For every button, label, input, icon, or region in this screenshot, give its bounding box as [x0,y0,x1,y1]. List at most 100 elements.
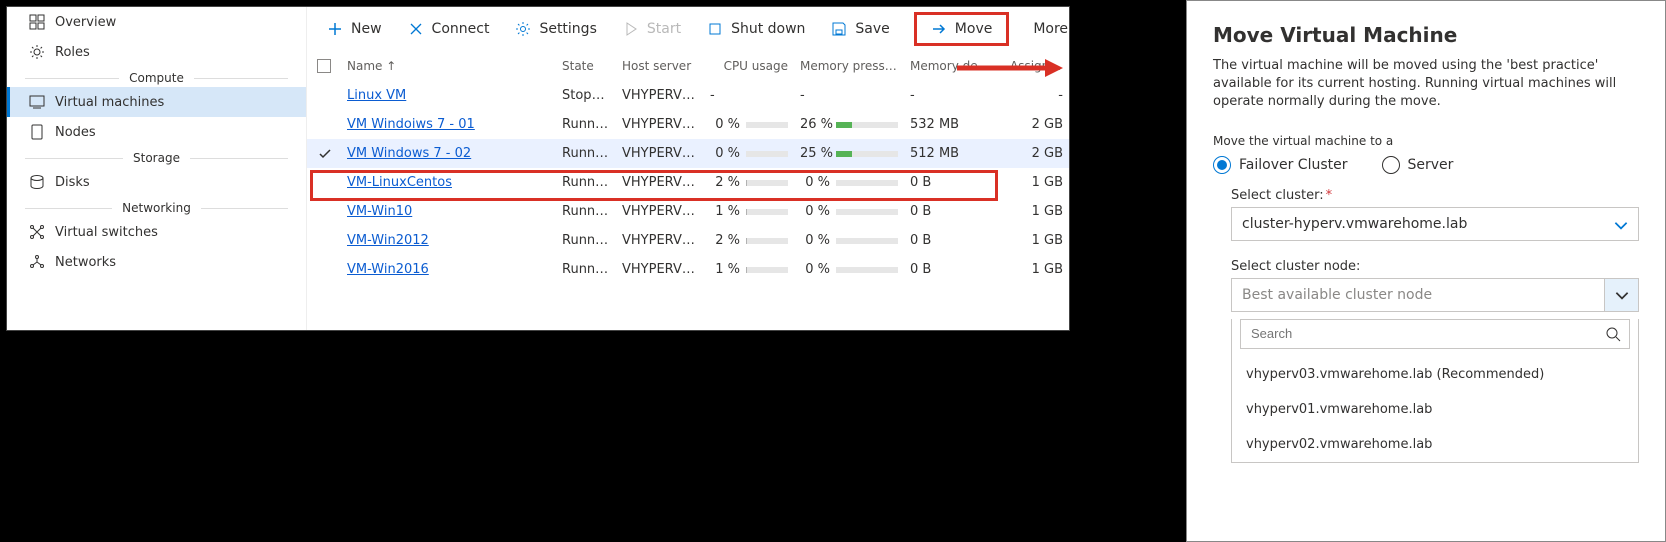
usage-bar [836,267,898,273]
check-icon [318,147,332,161]
usage-bar [836,122,898,128]
vm-name-link[interactable]: VM-Win2012 [347,233,429,248]
vm-state-cell: Running [556,226,616,255]
connect-button[interactable]: Connect [406,19,492,39]
row-checkmark-cell[interactable] [307,139,341,168]
table-row[interactable]: VM-Win2012RunningVHYPERV012 %0 %0 B1 GB [307,226,1069,255]
col-cpu[interactable]: CPU usage [704,51,794,81]
select-all-header[interactable] [307,51,341,81]
vm-name-link[interactable]: VM Windows 7 - 02 [347,146,471,161]
vm-state-cell: Running [556,168,616,197]
arrow-right-icon [931,21,947,37]
play-icon [623,21,639,37]
table-row[interactable]: VM-Win10RunningVHYPERV021 %0 %0 B1 GB [307,197,1069,226]
radio-server[interactable]: Server [1382,156,1454,174]
vm-table: Name ↑ State Host server CPU usage Memor… [307,51,1069,330]
sidebar-item-networks[interactable]: Networks [7,247,306,277]
node-option[interactable]: vhyperv03.vmwarehome.lab (Recommended) [1232,357,1638,392]
cpu-usage-cell: 0 % [704,110,794,139]
memory-pressure-cell: 26 % [794,110,904,139]
memory-pressure-cell: 0 % [794,168,904,197]
row-checkmark-cell[interactable] [307,255,341,284]
overview-icon [29,14,45,30]
assigned-cell: - [1004,81,1069,110]
move-button[interactable]: Move [914,12,1010,46]
col-memp[interactable]: Memory pressure [794,51,904,81]
vm-state-cell: Running [556,110,616,139]
row-checkmark-cell[interactable] [307,110,341,139]
usage-bar [746,151,788,157]
vm-name-link[interactable]: VM-Win10 [347,204,412,219]
panel-title: Move Virtual Machine [1213,23,1639,47]
table-row[interactable]: Linux VMStoppedVHYPERV01---- [307,81,1069,110]
vswitch-icon [29,224,45,240]
memory-demand-cell: 532 MB [904,110,1004,139]
assigned-cell: 1 GB [1004,197,1069,226]
node-dropdown[interactable]: Best available cluster node vhyperv03.vm… [1231,278,1639,463]
sidebar-item-nodes[interactable]: Nodes [7,117,306,147]
destination-radio-group: Failover Cluster Server [1213,156,1639,174]
node-dropdown-panel: vhyperv03.vmwarehome.lab (Recommended)vh… [1231,319,1639,463]
vm-name-link[interactable]: Linux VM [347,88,406,103]
col-state[interactable]: State [556,51,616,81]
save-button[interactable]: Save [829,19,891,39]
chevron-down-icon [1612,216,1630,234]
node-option[interactable]: vhyperv02.vmwarehome.lab [1232,427,1638,462]
sidebar-item-virtual-machines[interactable]: Virtual machines [7,87,306,117]
save-icon [831,21,847,37]
vm-name-cell: VM Windows 7 - 02 [341,139,556,168]
plus-icon [327,21,343,37]
more-button[interactable]: More ⋯ [1031,19,1069,39]
col-memd[interactable]: Memory demand [904,51,1004,81]
sidebar-group-compute: Compute [7,71,306,85]
table-row[interactable]: VM-LinuxCentosRunningVHYPERV012 %0 %0 B1… [307,168,1069,197]
row-checkmark-cell[interactable] [307,226,341,255]
sidebar-label: Overview [55,15,116,30]
chevron-down-icon [1613,286,1631,304]
assigned-cell: 1 GB [1004,226,1069,255]
table-row[interactable]: VM Windows 7 - 02RunningVHYPERV030 %25 %… [307,139,1069,168]
radio-failover-cluster[interactable]: Failover Cluster [1213,156,1348,174]
node-option[interactable]: vhyperv01.vmwarehome.lab [1232,392,1638,427]
shutdown-button[interactable]: Shut down [705,19,807,39]
new-button[interactable]: New [325,19,384,39]
node-search[interactable] [1240,319,1630,349]
table-row[interactable]: VM Windoiws 7 - 01RunningVHYPERV020 %26 … [307,110,1069,139]
cpu-usage-cell: 2 % [704,226,794,255]
vm-name-link[interactable]: VM Windoiws 7 - 01 [347,117,475,132]
memory-pressure-cell: 0 % [794,197,904,226]
table-row[interactable]: VM-Win2016RunningVHYPERV011 %0 %0 B1 GB [307,255,1069,284]
cpu-usage-cell: 0 % [704,139,794,168]
start-button[interactable]: Start [621,19,683,39]
vm-name-link[interactable]: VM-LinuxCentos [347,175,452,190]
node-search-input[interactable] [1249,325,1605,342]
cluster-dropdown[interactable]: cluster-hyperv.vmwarehome.lab [1231,207,1639,241]
vm-name-cell: VM-Win2012 [341,226,556,255]
row-checkmark-cell[interactable] [307,81,341,110]
vm-name-cell: VM-Win2016 [341,255,556,284]
settings-button[interactable]: Settings [513,19,598,39]
vm-name-link[interactable]: VM-Win2016 [347,262,429,277]
vm-state-cell: Stopped [556,81,616,110]
sidebar-group-networking: Networking [7,201,306,215]
vm-state-cell: Running [556,255,616,284]
stop-icon [707,21,723,37]
sidebar-item-overview[interactable]: Overview [7,7,306,37]
gear-icon [515,21,531,37]
sidebar-item-virtual-switches[interactable]: Virtual switches [7,217,306,247]
sidebar-group-storage: Storage [7,151,306,165]
memory-pressure-cell: 0 % [794,255,904,284]
row-checkmark-cell[interactable] [307,168,341,197]
networks-icon [29,254,45,270]
usage-bar [746,209,788,215]
sidebar-item-roles[interactable]: Roles [7,37,306,67]
gear-icon [29,44,45,60]
col-assigned[interactable]: Assigned [1004,51,1069,81]
toolbar: New Connect Settings Start Shut down Sav… [307,7,1069,51]
vm-icon [29,94,45,110]
disk-icon [29,174,45,190]
col-name[interactable]: Name ↑ [341,51,556,81]
row-checkmark-cell[interactable] [307,197,341,226]
sidebar-item-disks[interactable]: Disks [7,167,306,197]
col-host[interactable]: Host server [616,51,704,81]
